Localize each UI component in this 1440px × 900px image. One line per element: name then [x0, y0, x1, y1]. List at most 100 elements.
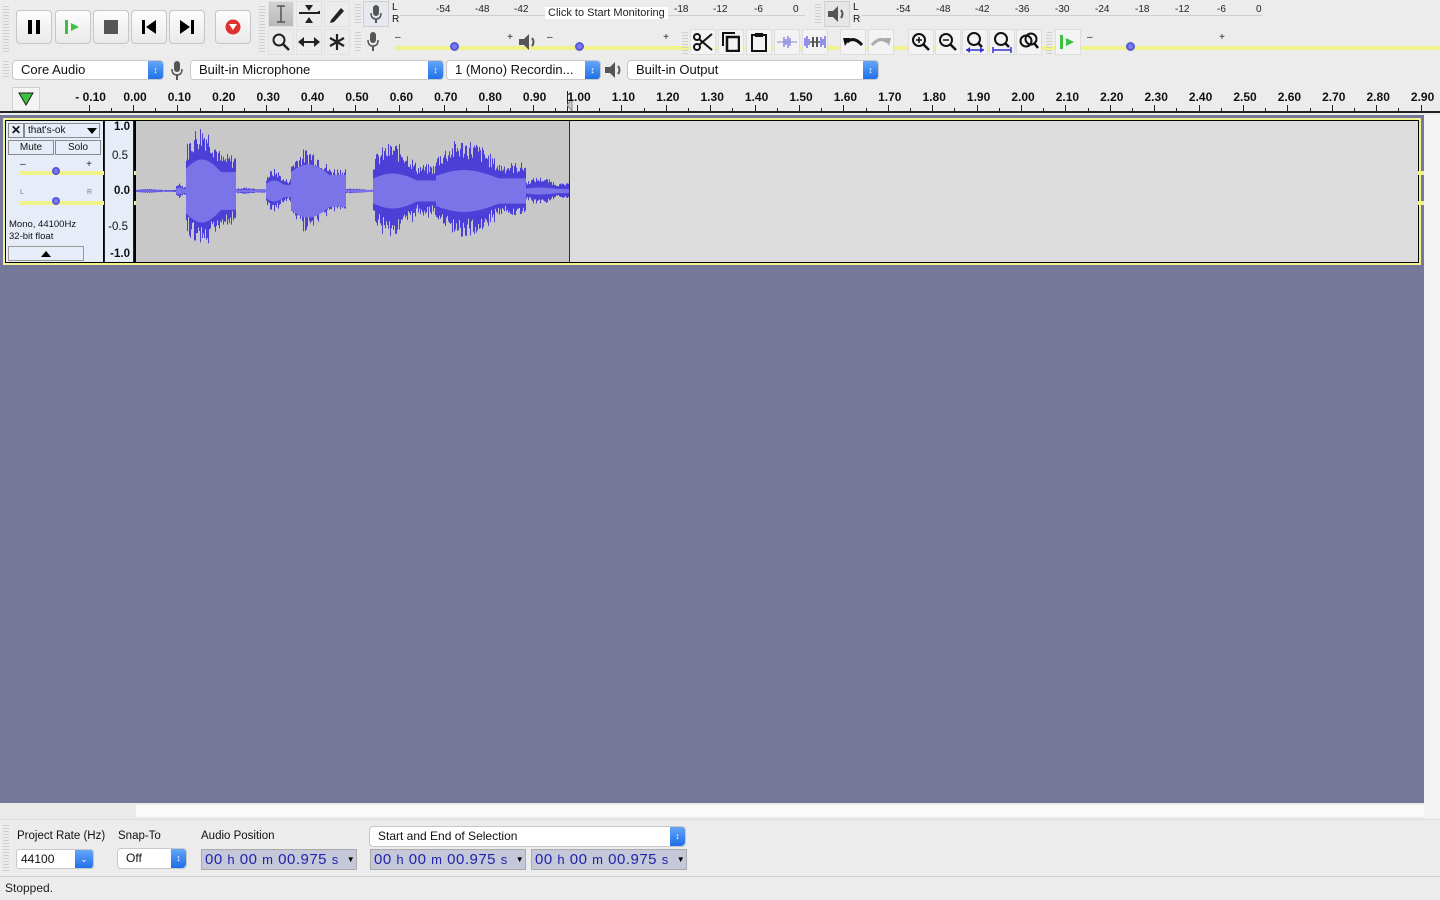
- time-format-menu-icon[interactable]: ▼: [346, 850, 356, 869]
- multi-tool[interactable]: [324, 29, 350, 55]
- play-button[interactable]: [55, 10, 91, 44]
- silence-icon: [804, 36, 826, 48]
- paste-button[interactable]: [746, 29, 772, 55]
- ruler-tick: [443, 105, 445, 111]
- zoom-out-icon: [939, 33, 957, 51]
- edit-toolbar-grip[interactable]: [682, 32, 688, 54]
- audio-host-select[interactable]: Core Audio ↕: [12, 60, 164, 80]
- ruler-tick: [1354, 108, 1355, 111]
- recording-channels-select[interactable]: 1 (Mono) Recordin... ↕: [446, 60, 601, 80]
- stop-button[interactable]: [93, 10, 129, 44]
- ruler-tick: [399, 105, 401, 111]
- waveform-area[interactable]: [136, 121, 1418, 262]
- tools-toolbar-grip[interactable]: [259, 6, 265, 52]
- transport-toolbar-grip[interactable]: [3, 6, 9, 52]
- playback-meter[interactable]: -54 -48 -42 -36 -30 -24 -18 -12 -6 0: [862, 2, 1262, 26]
- start-monitoring-prompt[interactable]: Click to Start Monitoring: [545, 7, 668, 19]
- amp-label: -1.0: [110, 248, 130, 260]
- play-meter-tick: -54: [896, 4, 911, 15]
- meter-toolbar-grip[interactable]: [355, 4, 361, 24]
- audio-position-time[interactable]: 00 h 00 m 00.975 s ▼: [201, 849, 357, 870]
- fit-project-button[interactable]: [989, 29, 1015, 55]
- seconds: 00.975: [608, 851, 658, 868]
- envelope-tool[interactable]: [296, 1, 322, 27]
- magnifier-icon: [272, 33, 290, 51]
- zoom-in-button[interactable]: [908, 29, 934, 55]
- playback-volume-slider[interactable]: – +: [547, 32, 1440, 52]
- pause-button[interactable]: [16, 10, 52, 44]
- timeline-ruler[interactable]: - 0.10 0.00 0.10 0.20 0.30 0.40 0.50 0.60 0.70 0.…: [0, 85, 1440, 113]
- double-arrow-icon: [298, 37, 320, 47]
- snap-to-select[interactable]: Off ↕: [117, 848, 187, 869]
- track-workspace[interactable]: ✕ that's-ok Mute Solo – + L R Mono, 4410…: [0, 115, 1438, 803]
- play-speed-slider[interactable]: – +: [1087, 32, 1440, 52]
- time-format-menu-icon[interactable]: ▼: [515, 850, 525, 869]
- playback-meter-button[interactable]: [824, 1, 850, 27]
- redo-button[interactable]: [868, 29, 894, 55]
- record-meter-button[interactable]: [363, 1, 389, 27]
- horizontal-scrollbar[interactable]: [0, 803, 1424, 819]
- device-toolbar-grip[interactable]: [3, 61, 9, 79]
- project-rate-select[interactable]: 44100 ⌄: [16, 849, 94, 869]
- track-gain-slider[interactable]: – +: [20, 159, 1438, 177]
- ruler-tick: [155, 108, 157, 111]
- draw-tool[interactable]: [324, 1, 350, 27]
- selection-mode-select[interactable]: Start and End of Selection ↕: [369, 826, 686, 847]
- time-shift-tool[interactable]: [296, 29, 322, 55]
- silence-audio-button[interactable]: [802, 29, 828, 55]
- time-format-menu-icon[interactable]: ▼: [676, 850, 686, 869]
- vertical-scrollbar[interactable]: [1424, 115, 1440, 819]
- amp-label: -0.5: [108, 221, 128, 233]
- track-pan-slider[interactable]: L R: [20, 189, 1438, 207]
- skip-to-end-button[interactable]: [169, 10, 205, 44]
- slider-knob[interactable]: [51, 197, 60, 205]
- mute-button[interactable]: Mute: [8, 140, 54, 155]
- selection-tool[interactable]: [268, 1, 294, 27]
- skip-to-start-button[interactable]: [131, 10, 167, 44]
- audio-track[interactable]: ✕ that's-ok Mute Solo – + L R Mono, 4410…: [3, 118, 1438, 265]
- play-at-speed-button[interactable]: [1055, 29, 1081, 55]
- trim-audio-button[interactable]: [774, 29, 800, 55]
- scrollbar-thumb[interactable]: [136, 805, 1424, 817]
- playback-device-select[interactable]: Built-in Output ↕: [627, 60, 879, 80]
- recording-volume-slider[interactable]: – +: [395, 32, 1440, 52]
- pin-playhead-button[interactable]: [12, 87, 40, 111]
- selection-end-time[interactable]: 00 h 00 m 00.975 s ▼: [531, 849, 687, 870]
- selection-toolbar-grip[interactable]: [3, 825, 9, 871]
- ruler-tick: [133, 105, 134, 111]
- rec-meter-tick: -54: [436, 4, 451, 15]
- track-name-menu[interactable]: that's-ok: [24, 123, 100, 138]
- record-button[interactable]: [215, 10, 251, 44]
- ruler-label: 1.00: [567, 90, 591, 104]
- slider-knob[interactable]: [1125, 42, 1135, 51]
- zoom-out-button[interactable]: [935, 29, 961, 55]
- zoom-toggle-button[interactable]: [1016, 29, 1042, 55]
- undo-button[interactable]: [840, 29, 866, 55]
- ruler-tick: [532, 105, 534, 111]
- play-meter-tick: -24: [1095, 4, 1110, 15]
- solo-button[interactable]: Solo: [55, 140, 101, 155]
- ruler-label: 2.80: [1366, 90, 1390, 104]
- close-track-button[interactable]: ✕: [8, 123, 24, 138]
- play-at-speed-grip[interactable]: [1046, 32, 1052, 54]
- ruler-tick: [332, 108, 334, 111]
- recording-device-select[interactable]: Built-in Microphone ↕: [190, 60, 444, 80]
- ruler-tick: [554, 108, 556, 111]
- selection-start-time[interactable]: 00 h 00 m 00.975 s ▼: [370, 849, 526, 870]
- cut-button[interactable]: [690, 29, 716, 55]
- copy-button[interactable]: [718, 29, 744, 55]
- recording-meter[interactable]: -54 -48 -42 Click to Start Monitoring -1…: [400, 2, 805, 26]
- skip-end-icon: [180, 20, 194, 34]
- mixer-grip[interactable]: [355, 32, 361, 52]
- ruler-tick: [1220, 108, 1222, 111]
- unit: s: [661, 852, 669, 867]
- slider-knob[interactable]: [51, 167, 60, 175]
- track-control-panel[interactable]: ✕ that's-ok Mute Solo – + L R Mono, 4410…: [6, 121, 1438, 262]
- zoom-tool[interactable]: [268, 29, 294, 55]
- unit: m: [431, 852, 443, 867]
- collapse-track-button[interactable]: [8, 246, 84, 261]
- fit-selection-button[interactable]: [962, 29, 988, 55]
- slider-knob[interactable]: [449, 42, 459, 51]
- redo-icon: [870, 38, 891, 47]
- playback-meter-grip[interactable]: [815, 4, 821, 24]
